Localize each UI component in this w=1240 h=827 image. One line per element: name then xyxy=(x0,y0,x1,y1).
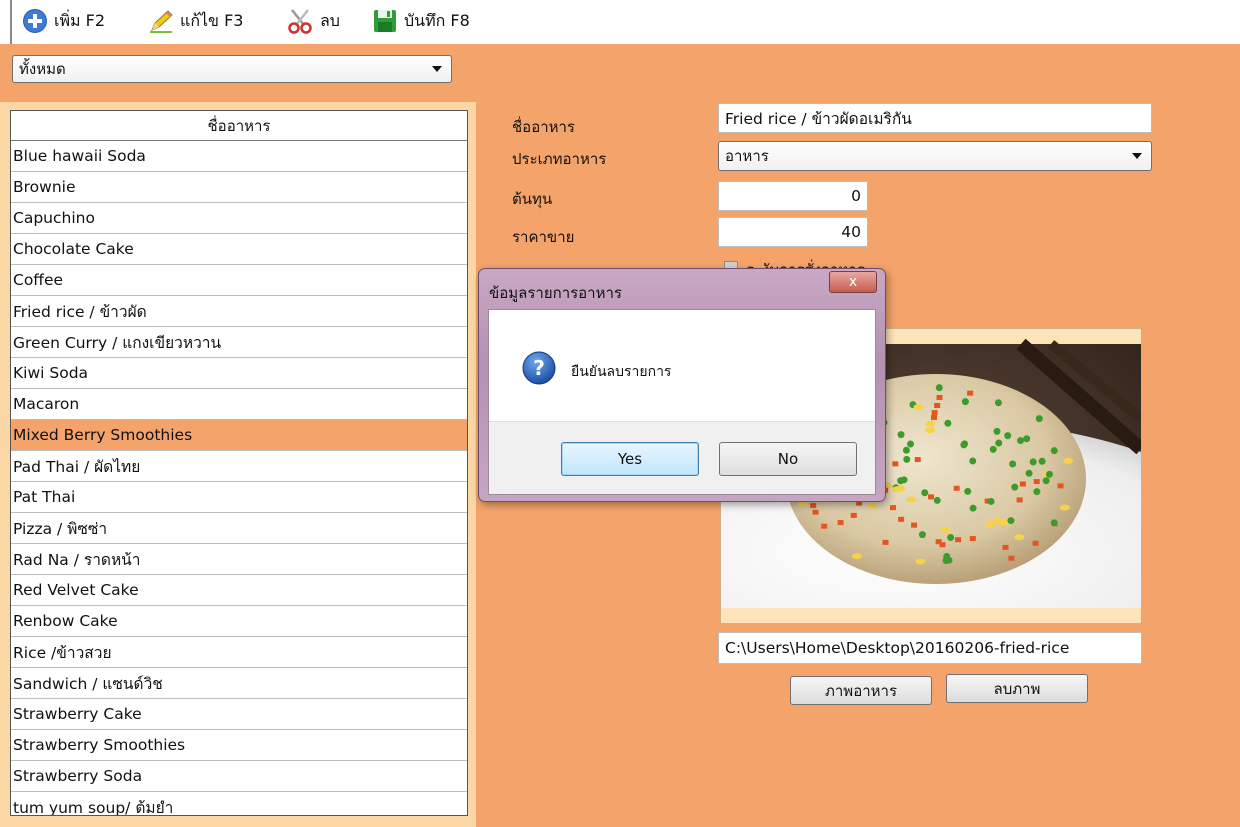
price-label: ราคาขาย xyxy=(512,228,575,246)
food-name-label: ชื่ออาหาร xyxy=(512,118,575,136)
list-item[interactable]: Strawberry Soda xyxy=(11,761,467,792)
food-list-rows: Blue hawaii Soda Brownie Capuchino Chocolat… xyxy=(11,141,467,816)
pencil-icon xyxy=(150,10,173,33)
chevron-down-icon xyxy=(432,66,442,72)
list-item[interactable]: Macaron xyxy=(11,389,467,420)
dialog-body: ? ยืนยันลบรายการ Yes No xyxy=(488,309,876,495)
list-item[interactable]: tum yum soup/ ต้มยำ xyxy=(11,792,467,816)
delete-button-label: ลบ xyxy=(320,10,340,30)
list-item[interactable]: Rad Na / ราดหน้า xyxy=(11,544,467,575)
category-filter-dropdown[interactable]: ทั้งหมด xyxy=(12,55,452,83)
floppy-disk-icon xyxy=(374,10,396,32)
image-path-value: C:\Users\Home\Desktop\20160206-fried-ric… xyxy=(725,639,1070,657)
toolbar: เพิ่ม F2 แก้ไข F3 ลบ บันทึก F8 xyxy=(0,0,1240,44)
cost-value: 0 xyxy=(851,187,861,205)
scissors-icon xyxy=(288,9,312,34)
dialog-button-bar: Yes No xyxy=(489,421,875,494)
list-item[interactable]: Rice /ข้าวสวย xyxy=(11,637,467,668)
no-button[interactable]: No xyxy=(719,442,857,476)
cost-input[interactable]: 0 xyxy=(718,181,868,211)
list-item[interactable]: Brownie xyxy=(11,172,467,203)
list-item[interactable]: Pad Thai / ผัดไทย xyxy=(11,451,467,482)
svg-text:?: ? xyxy=(533,356,545,380)
food-name-input[interactable]: Fried rice / ข้าวผัดอเมริกัน xyxy=(718,103,1152,133)
dialog-title: ข้อมูลรายการอาหาร xyxy=(489,284,622,302)
dialog-message: ยืนยันลบรายการ xyxy=(571,364,672,380)
list-item[interactable]: Mixed Berry Smoothies xyxy=(11,420,467,451)
price-value: 40 xyxy=(841,223,861,241)
list-item[interactable]: Kiwi Soda xyxy=(11,358,467,389)
food-name-value: Fried rice / ข้าวผัดอเมริกัน xyxy=(725,109,912,128)
list-item[interactable]: Strawberry Cake xyxy=(11,699,467,730)
list-item[interactable]: Fried rice / ข้าวผัด xyxy=(11,296,467,327)
toolbar-divider xyxy=(10,0,12,44)
list-item[interactable]: Pizza / พิซซ่า xyxy=(11,513,467,544)
list-item[interactable]: Green Curry / แกงเขียวหวาน xyxy=(11,327,467,358)
yes-button[interactable]: Yes xyxy=(561,442,699,476)
list-item[interactable]: Sandwich / แซนด์วิช xyxy=(11,668,467,699)
list-item[interactable]: Strawberry Smoothies xyxy=(11,730,467,761)
remove-image-button[interactable]: ลบภาพ xyxy=(946,674,1088,703)
dialog-close-button[interactable]: x xyxy=(829,271,877,293)
food-list: ชื่ออาหาร Blue hawaii Soda Brownie Capuchi… xyxy=(10,110,468,816)
food-type-label: ประเภทอาหาร xyxy=(512,150,607,168)
filter-bar: ทั้งหมด xyxy=(0,44,476,102)
confirm-delete-dialog: ข้อมูลรายการอาหาร x ? ยืนยันลบรายการ Yes… xyxy=(478,268,886,502)
add-icon xyxy=(23,9,47,33)
list-item[interactable]: Capuchino xyxy=(11,203,467,234)
food-type-value: อาหาร xyxy=(725,147,769,165)
save-button-label: บันทึก F8 xyxy=(404,10,470,30)
close-icon: x xyxy=(848,274,858,290)
image-path-field[interactable]: C:\Users\Home\Desktop\20160206-fried-ric… xyxy=(718,632,1142,664)
food-list-panel: ทั้งหมด ชื่ออาหาร Blue hawaii Soda Browni… xyxy=(0,44,476,827)
add-button-label: เพิ่ม F2 xyxy=(54,10,106,30)
edit-button[interactable]: แก้ไข F3 xyxy=(148,6,243,36)
delete-button[interactable]: ลบ xyxy=(286,6,340,36)
list-item[interactable]: Pat Thai xyxy=(11,482,467,513)
food-type-dropdown[interactable]: อาหาร xyxy=(718,141,1152,171)
question-icon: ? xyxy=(522,351,556,385)
list-item[interactable]: Red Velvet Cake xyxy=(11,575,467,606)
chevron-down-icon xyxy=(1132,153,1142,159)
choose-image-button[interactable]: ภาพอาหาร xyxy=(790,676,932,705)
category-filter-value: ทั้งหมด xyxy=(19,60,66,78)
save-button[interactable]: บันทึก F8 xyxy=(372,6,470,36)
cost-label: ต้นทุน xyxy=(512,190,553,208)
edit-button-label: แก้ไข F3 xyxy=(180,10,244,30)
list-item[interactable]: Coffee xyxy=(11,265,467,296)
list-header-food-name[interactable]: ชื่ออาหาร xyxy=(11,111,467,141)
add-button[interactable]: เพิ่ม F2 xyxy=(22,6,105,36)
list-item[interactable]: Renbow Cake xyxy=(11,606,467,637)
list-item[interactable]: Chocolate Cake xyxy=(11,234,467,265)
price-input[interactable]: 40 xyxy=(718,217,868,247)
list-item[interactable]: Blue hawaii Soda xyxy=(11,141,467,172)
